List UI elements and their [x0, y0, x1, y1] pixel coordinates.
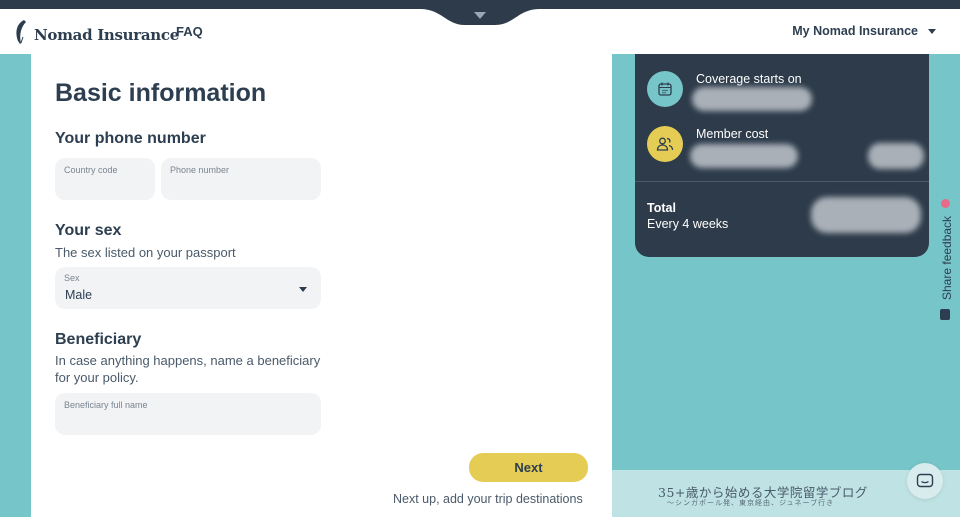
- page-title: Basic information: [55, 79, 267, 107]
- calendar-icon: [647, 71, 683, 107]
- sex-select-label: Sex: [64, 273, 80, 283]
- logo[interactable]: Nomad Insurance: [14, 19, 179, 50]
- collapse-tab[interactable]: [420, 0, 540, 26]
- sex-hint: The sex listed on your passport: [55, 245, 236, 260]
- blog-subtitle: 〜シンガポール発、東京経由、ジュネーブ行き: [667, 500, 835, 507]
- member-cost-redacted: [868, 143, 924, 169]
- sex-select-value: Male: [65, 288, 93, 302]
- member-name-redacted: [690, 144, 798, 168]
- country-code-placeholder: Country code: [64, 165, 118, 175]
- member-cost-label: Member cost: [696, 127, 769, 141]
- phone-number-placeholder: Phone number: [170, 165, 230, 175]
- beneficiary-name-placeholder: Beneficiary full name: [64, 400, 148, 410]
- coverage-date-redacted: [692, 87, 812, 111]
- logo-text: Nomad Insurance: [34, 25, 179, 44]
- notification-dot-icon: [941, 199, 950, 208]
- total-label: Total: [647, 201, 676, 215]
- account-menu-label: My Nomad Insurance: [792, 24, 918, 38]
- chevron-down-icon: [299, 287, 307, 292]
- summary-card: Coverage starts on Member cost Total Eve…: [635, 54, 929, 257]
- sex-heading: Your sex: [55, 222, 122, 239]
- share-feedback-label: Share feedback: [940, 215, 954, 300]
- chevron-down-icon: [928, 28, 936, 34]
- beneficiary-name-field[interactable]: Beneficiary full name: [55, 393, 321, 435]
- total-amount-redacted: [811, 197, 921, 233]
- sex-select[interactable]: Sex Male: [55, 267, 321, 309]
- chat-icon: [916, 473, 934, 488]
- account-menu[interactable]: My Nomad Insurance: [792, 24, 936, 38]
- country-code-field[interactable]: Country code: [55, 158, 155, 200]
- chat-button[interactable]: [907, 463, 943, 499]
- coverage-label: Coverage starts on: [696, 72, 802, 86]
- people-icon: [647, 126, 683, 162]
- left-background: [0, 54, 31, 517]
- beneficiary-heading: Beneficiary: [55, 331, 142, 348]
- card-divider: [635, 181, 929, 182]
- feedback-icon: [940, 309, 950, 320]
- next-up-text: Next up, add your trip destinations: [393, 492, 583, 506]
- phone-heading: Your phone number: [55, 130, 206, 147]
- faq-link[interactable]: FAQ: [176, 24, 203, 39]
- beneficiary-hint: In case anything happens, name a benefic…: [55, 353, 321, 385]
- total-period: Every 4 weeks: [647, 217, 729, 231]
- feather-logo-icon: [14, 19, 30, 50]
- phone-number-field[interactable]: Phone number: [161, 158, 321, 200]
- next-button[interactable]: Next: [469, 453, 588, 482]
